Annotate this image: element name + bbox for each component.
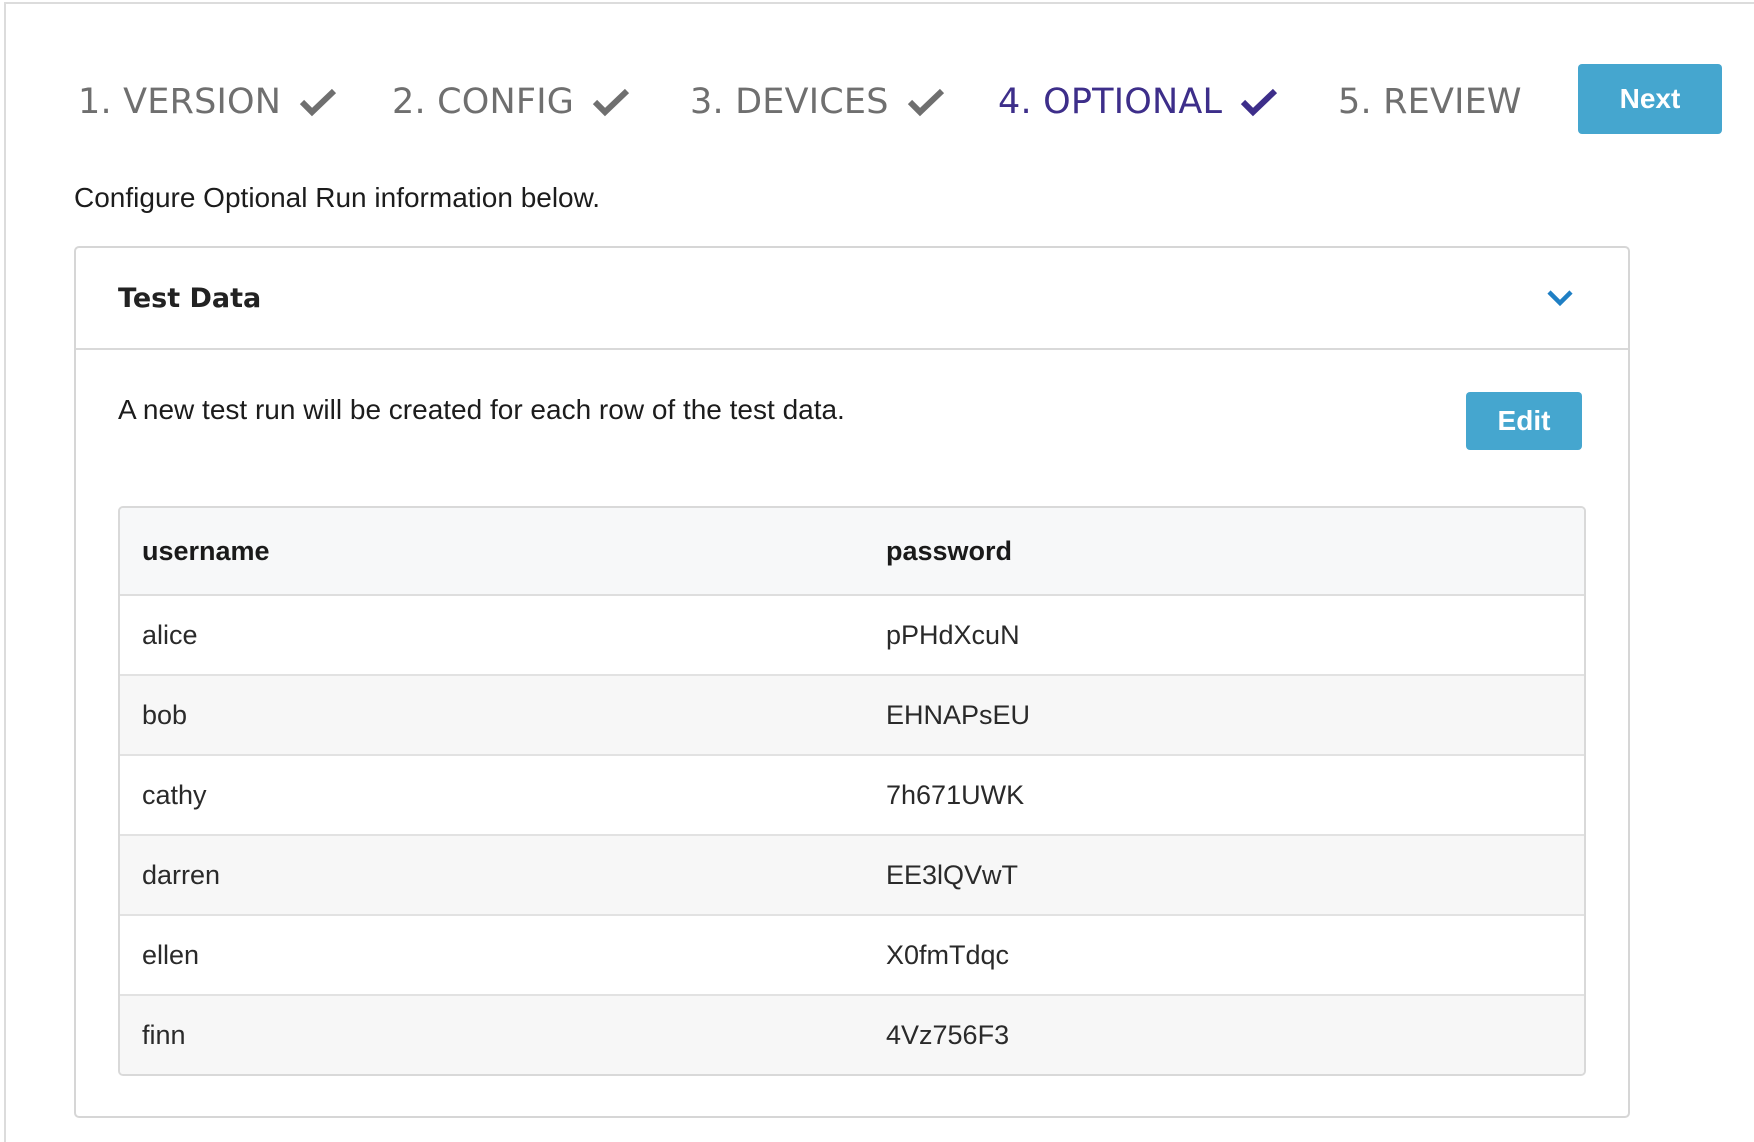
step-devices[interactable]: 3. DEVICES xyxy=(690,82,945,122)
edit-button[interactable]: Edit xyxy=(1466,392,1582,450)
intro-text: Configure Optional Run information below… xyxy=(74,182,601,213)
step-version[interactable]: 1. VERSION xyxy=(78,82,337,122)
step-label: 2. CONFIG xyxy=(392,82,575,122)
username-cell: ellen xyxy=(120,915,864,996)
password-cell: 4Vz756F3 xyxy=(864,995,1584,1074)
step-label: 1. VERSION xyxy=(78,82,282,122)
checkmark-icon xyxy=(300,88,337,117)
table-row: darren EE3lQVwT xyxy=(120,835,1584,916)
panel-title: Test Data xyxy=(118,282,262,314)
username-cell: finn xyxy=(120,995,864,1074)
step-label: 3. DEVICES xyxy=(690,82,889,122)
table-row: cathy 7h671UWK xyxy=(120,755,1584,836)
step-review[interactable]: 5. REVIEW xyxy=(1338,82,1522,122)
step-label: 4. OPTIONAL xyxy=(998,82,1223,122)
step-config[interactable]: 2. CONFIG xyxy=(392,82,630,122)
table-row: bob EHNAPsEU xyxy=(120,675,1584,756)
password-cell: X0fmTdqc xyxy=(864,915,1584,996)
step-label: 5. REVIEW xyxy=(1338,82,1522,122)
panel-header[interactable]: Test Data xyxy=(76,248,1628,350)
username-cell: darren xyxy=(120,835,864,916)
panel-description: A new test run will be created for each … xyxy=(118,394,845,425)
checkmark-icon xyxy=(1241,88,1278,117)
password-cell: EE3lQVwT xyxy=(864,835,1584,916)
table-row: ellen X0fmTdqc xyxy=(120,915,1584,996)
password-cell: EHNAPsEU xyxy=(864,675,1584,756)
column-header-username: username xyxy=(120,508,864,596)
checkmark-icon xyxy=(592,88,630,117)
table-row: alice pPHdXcuN xyxy=(120,595,1584,676)
checkmark-icon xyxy=(907,88,944,117)
test-data-table: username password alice pPHdXcuN bob EHN… xyxy=(118,506,1586,1076)
password-cell: 7h671UWK xyxy=(864,755,1584,836)
next-button[interactable]: Next xyxy=(1578,64,1722,134)
table-row: finn 4Vz756F3 xyxy=(120,995,1584,1074)
username-cell: alice xyxy=(120,595,864,676)
username-cell: bob xyxy=(120,675,864,756)
step-optional[interactable]: 4. OPTIONAL xyxy=(998,82,1278,122)
test-data-panel: Test Data A new test run will be created… xyxy=(74,246,1630,1118)
column-header-password: password xyxy=(864,508,1584,596)
password-cell: pPHdXcuN xyxy=(864,595,1584,676)
username-cell: cathy xyxy=(120,755,864,836)
table-header-row: username password xyxy=(120,508,1584,596)
chevron-down-icon[interactable] xyxy=(1546,289,1574,307)
